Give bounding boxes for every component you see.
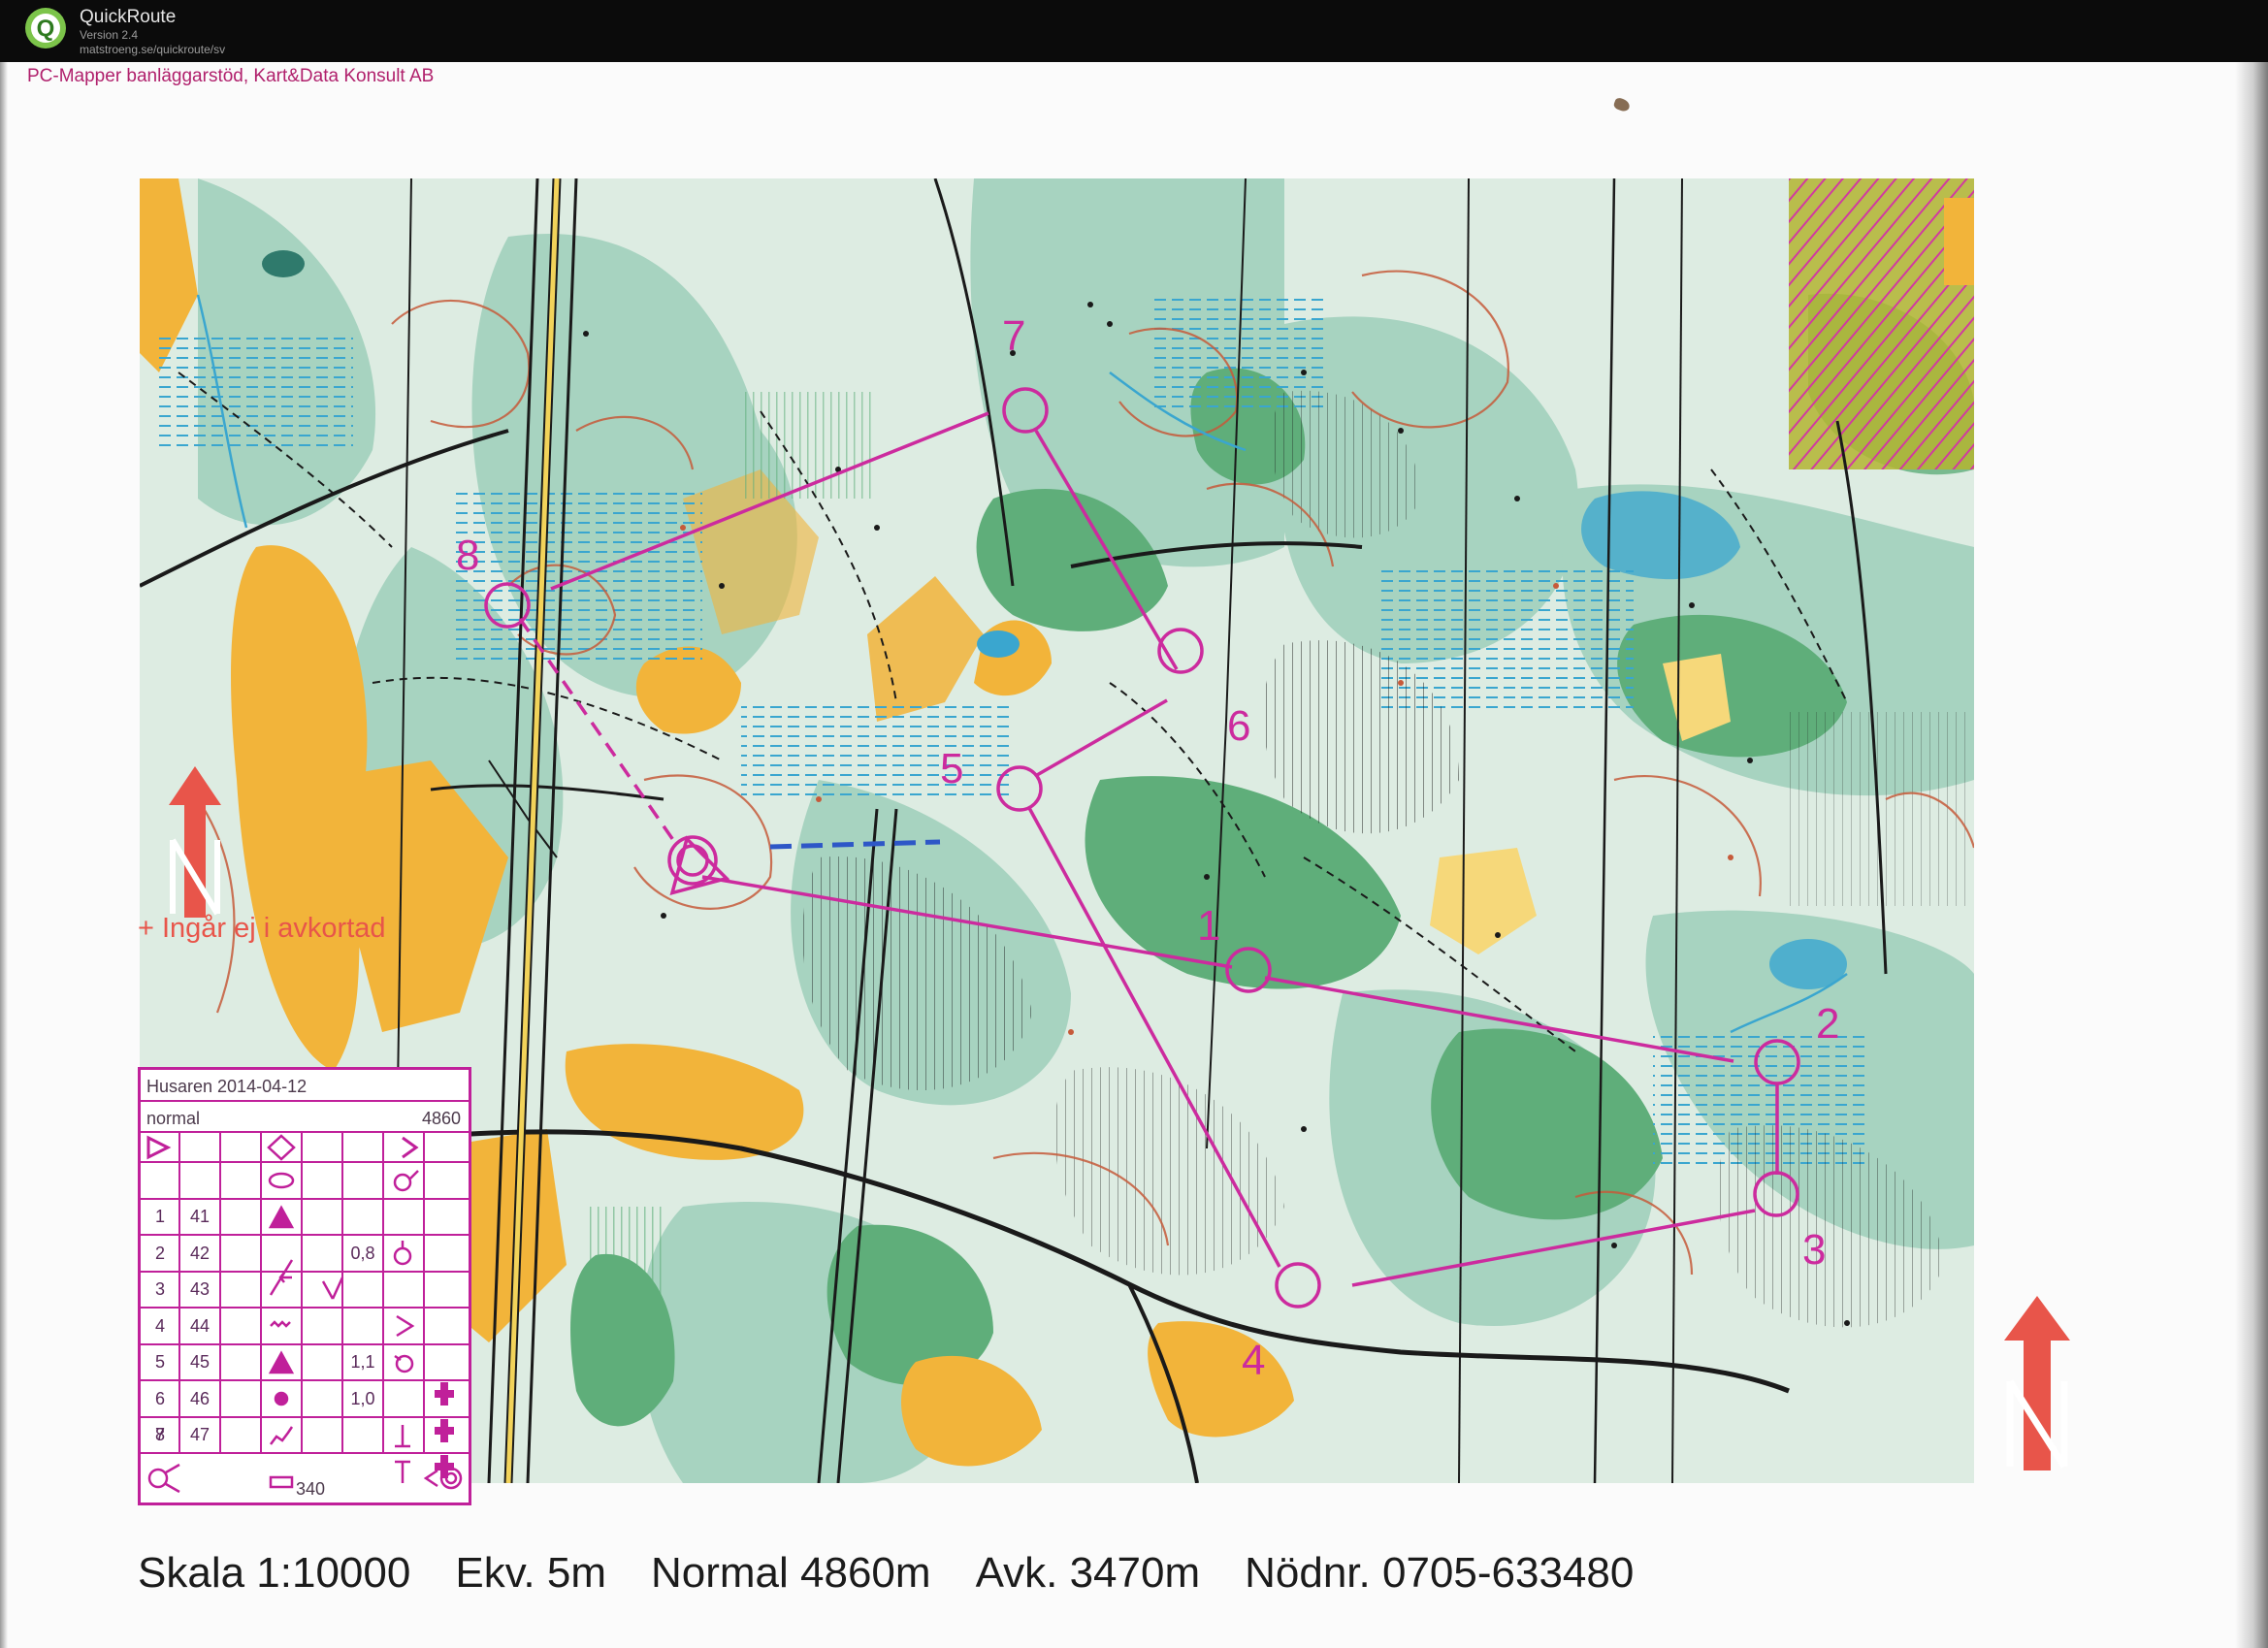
control-row-code: 43 [189,1279,211,1299]
course-number-1: 1 [1197,902,1221,950]
app-name: QuickRoute [80,7,177,27]
control-row-code: 47 [189,1425,211,1444]
north-arrow-icon [169,766,221,918]
contour-interval-text: Ekv. 5m [455,1549,606,1597]
control-row-code: 41 [189,1207,211,1226]
course-length: 4860 [421,1108,461,1128]
control-row-number: 1 [154,1207,165,1226]
course-number-6: 6 [1227,702,1251,750]
paper-smudge [1612,96,1632,113]
control-row-distance: 1,1 [350,1352,375,1372]
control-row-number: 3 [154,1279,165,1299]
quickroute-logo-icon: Q [25,8,66,48]
control-row-number: 2 [154,1243,165,1263]
control-row-number: 4 [154,1315,165,1336]
short-course-length-text: Avk. 3470m [975,1549,1201,1597]
course-number-4: 4 [1242,1337,1266,1384]
svg-text:Q: Q [37,16,55,42]
normal-course-length-text: Normal 4860m [651,1549,931,1597]
course-name: normal [146,1108,201,1128]
control-row-code: 46 [189,1388,211,1408]
scan-edge-left [0,62,8,1648]
course-number-5: 5 [940,745,964,792]
scanned-map-sheet: PC-Mapper banläggarstöd, Kart&Data Konsu… [0,62,2268,1648]
scale-text: Skala 1:10000 [138,1549,411,1597]
scan-edge-shadow [2235,62,2268,1648]
finish-distance: 340 [295,1478,326,1499]
north-arrow-icon [2004,1296,2070,1470]
control-row-number: 6 [154,1388,165,1408]
control-row-code: 45 [189,1352,211,1372]
app-version: Version 2.4 [80,28,139,42]
course-number-7: 7 [1002,312,1026,360]
control-row-distance: 1,0 [350,1388,375,1408]
control-row-distance [342,1199,383,1235]
control-row-number: 5 [154,1352,165,1372]
control-row-code: 44 [189,1315,211,1336]
control-row-distance [342,1417,383,1453]
event-title: Husaren 2014-04-12 [146,1076,308,1096]
app-url[interactable]: matstroeng.se/quickroute/sv [80,43,225,56]
control-row-distance: 0,8 [350,1243,375,1263]
control-row-distance [342,1272,383,1308]
emergency-number-text: Nödnr. 0705-633480 [1245,1549,1635,1597]
control-description-card: Husaren 2014-04-12 normal 4860 1 41 2 42… [138,1067,471,1505]
course-number-2: 2 [1816,1000,1840,1048]
course-number-3: 3 [1802,1226,1827,1274]
control-row-number: 7 [154,1425,165,1444]
map-legend-line: Skala 1:10000 Ekv. 5m Normal 4860m Avk. … [138,1549,1634,1598]
print-header: PC-Mapper banläggarstöd, Kart&Data Konsu… [27,66,435,86]
course-number-8: 8 [456,532,480,579]
control-row-code: 42 [189,1243,211,1263]
app-title-bar: Q QuickRoute Version 2.4 matstroeng.se/q… [0,0,2268,62]
control-row-distance [342,1308,383,1344]
